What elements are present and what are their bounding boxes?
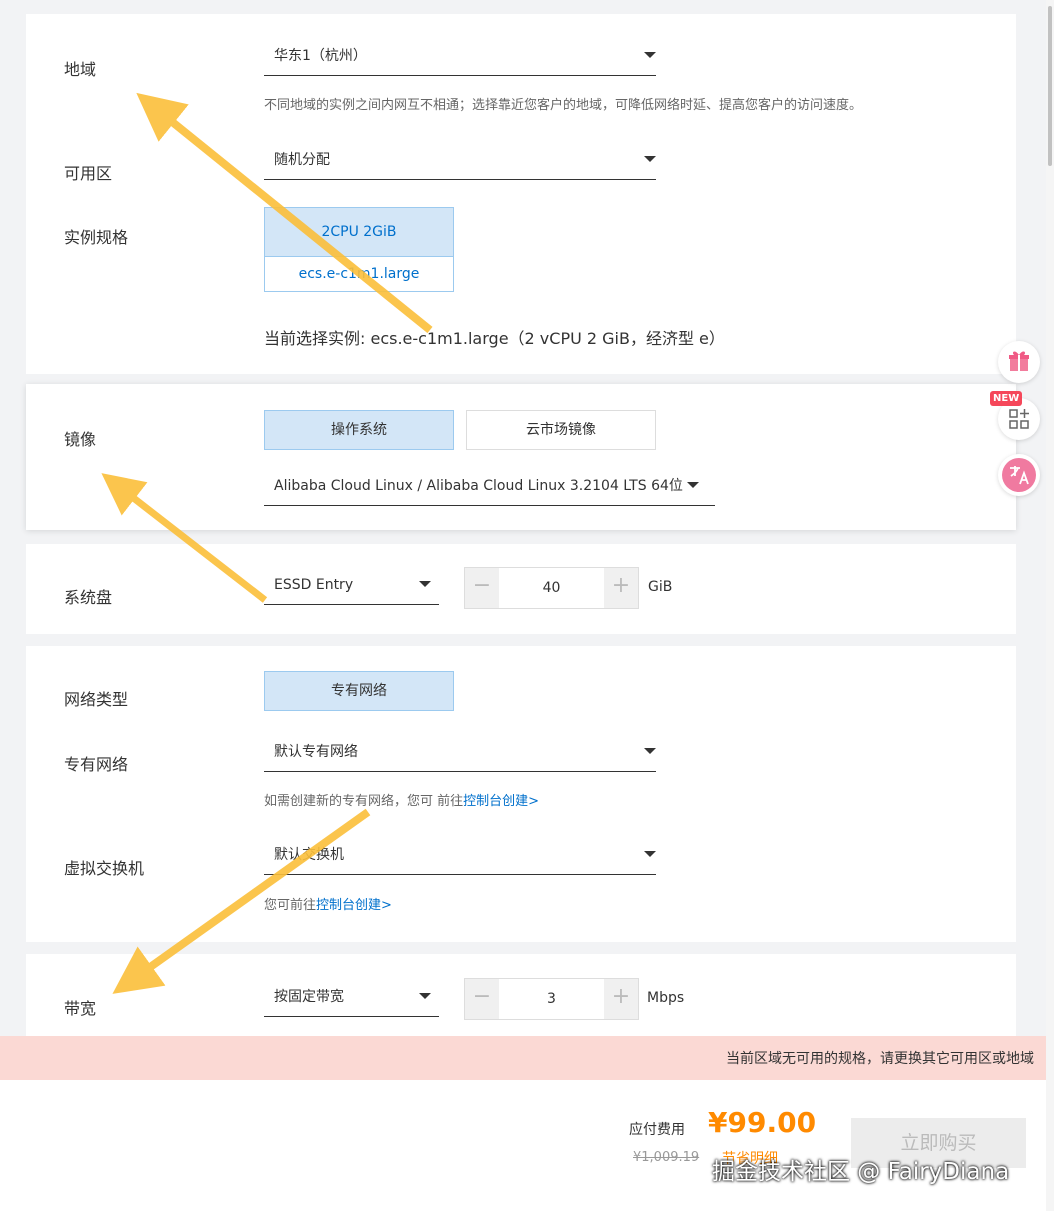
plus-icon[interactable]: + [604, 568, 638, 608]
bandwidth-type-select[interactable]: 按固定带宽 [264, 981, 439, 1017]
region-hint: 不同地域的实例之间内网互不相通；选择靠近您客户的地域，可降低网络时延、提高您客户… [264, 98, 863, 113]
current-instance: 当前选择实例: ecs.e-c1m1.large（2 vCPU 2 GiB，经济… [264, 329, 725, 348]
vpc-select[interactable]: 默认专有网络 [264, 736, 656, 772]
zone-label: 可用区 [64, 164, 113, 183]
gift-button[interactable] [998, 341, 1040, 383]
vswitch-value: 默认交换机 [274, 847, 344, 863]
zone-select[interactable]: 随机分配 [264, 144, 656, 180]
instance-label: 实例规格 [64, 228, 129, 247]
region-select[interactable]: 华东1（杭州） [264, 40, 656, 76]
image-label: 镜像 [64, 430, 97, 449]
vpc-value: 默认专有网络 [274, 744, 358, 760]
region-label: 地域 [64, 60, 97, 79]
instance-spec: 2CPU 2GiB [265, 208, 453, 257]
chevron-down-icon [644, 156, 656, 162]
chevron-down-icon [644, 52, 656, 58]
instance-type: ecs.e-c1m1.large [298, 266, 420, 282]
image-value: Alibaba Cloud Linux / Alibaba Cloud Linu… [274, 478, 683, 494]
image-card: 镜像 操作系统 云市场镜像 Alibaba Cloud Linux / Alib… [26, 384, 1016, 530]
chevron-down-icon [687, 482, 699, 488]
bandwidth-label: 带宽 [64, 999, 97, 1018]
chevron-down-icon [419, 581, 431, 587]
chevron-down-icon [644, 851, 656, 857]
chevron-down-icon [644, 748, 656, 754]
disk-size-value[interactable]: 40 [499, 568, 604, 608]
vpc-hint: 如需创建新的专有网络，您可 前往控制台创建> [264, 790, 539, 809]
network-card: 网络类型 专有网络 专有网络 默认专有网络 如需创建新的专有网络，您可 前往控制… [26, 646, 1016, 942]
translate-icon [1002, 458, 1036, 492]
zone-value: 随机分配 [274, 152, 330, 168]
price: ¥99.00 [708, 1106, 817, 1139]
disk-label: 系统盘 [64, 588, 113, 607]
gift-icon [1009, 351, 1029, 371]
fee-label: 应付费用 [629, 1122, 685, 1138]
vswitch-label: 虚拟交换机 [64, 859, 145, 878]
watermark: 掘金技术社区 @ FairyDiana [712, 1159, 1010, 1185]
vpc-label: 专有网络 [64, 755, 129, 774]
scrollbar[interactable] [1046, 0, 1054, 1211]
disk-size-stepper[interactable]: − 40 + [464, 567, 639, 609]
vpc-console-link[interactable]: 控制台创建> [463, 794, 539, 809]
instance-card[interactable]: 2CPU 2GiB ecs.e-c1m1.large [264, 207, 454, 292]
footer-bar: 应付费用 ¥99.00 ¥1,009.19 节省明细 立即购买 掘金技术社区 @… [0, 1080, 1054, 1211]
disk-card: 系统盘 ESSD Entry − 40 + GiB [26, 544, 1016, 634]
scrollbar-thumb[interactable] [1048, 6, 1052, 166]
disk-type-select[interactable]: ESSD Entry [264, 569, 439, 605]
vswitch-select[interactable]: 默认交换机 [264, 839, 656, 875]
vpc-hint-text: 如需创建新的专有网络，您可 前往 [264, 794, 464, 809]
bandwidth-stepper[interactable]: − 3 + [464, 978, 639, 1020]
warning-bar: 当前区域无可用的规格，请更换其它可用区或地域 [0, 1036, 1054, 1080]
tab-os[interactable]: 操作系统 [264, 410, 454, 450]
minus-icon[interactable]: − [465, 979, 499, 1019]
network-type-label: 网络类型 [64, 690, 129, 709]
disk-type-value: ESSD Entry [274, 577, 354, 593]
plus-icon[interactable]: + [604, 979, 638, 1019]
network-type-vpc[interactable]: 专有网络 [264, 671, 454, 711]
vswitch-hint: 您可前往控制台创建> [264, 894, 392, 913]
vswitch-console-link[interactable]: 控制台创建> [316, 898, 392, 913]
disk-unit: GiB [648, 579, 673, 595]
new-badge: NEW [990, 391, 1023, 406]
tab-marketplace-image[interactable]: 云市场镜像 [466, 410, 656, 450]
vswitch-hint-text: 您可前往 [264, 898, 317, 913]
bandwidth-card: 带宽 按固定带宽 − 3 + Mbps [26, 954, 1016, 1036]
original-price: ¥1,009.19 [633, 1150, 700, 1165]
region-value: 华东1（杭州） [274, 48, 367, 64]
bandwidth-type-value: 按固定带宽 [274, 989, 344, 1005]
bandwidth-value[interactable]: 3 [499, 979, 604, 1019]
minus-icon[interactable]: − [465, 568, 499, 608]
chevron-down-icon [419, 993, 431, 999]
region-instance-card: 地域 华东1（杭州） 不同地域的实例之间内网互不相通；选择靠近您客户的地域，可降… [26, 14, 1016, 374]
bandwidth-unit: Mbps [647, 990, 685, 1006]
image-select[interactable]: Alibaba Cloud Linux / Alibaba Cloud Linu… [264, 470, 715, 506]
warning-text: 当前区域无可用的规格，请更换其它可用区或地域 [726, 1051, 1034, 1067]
translate-button[interactable] [998, 454, 1040, 496]
